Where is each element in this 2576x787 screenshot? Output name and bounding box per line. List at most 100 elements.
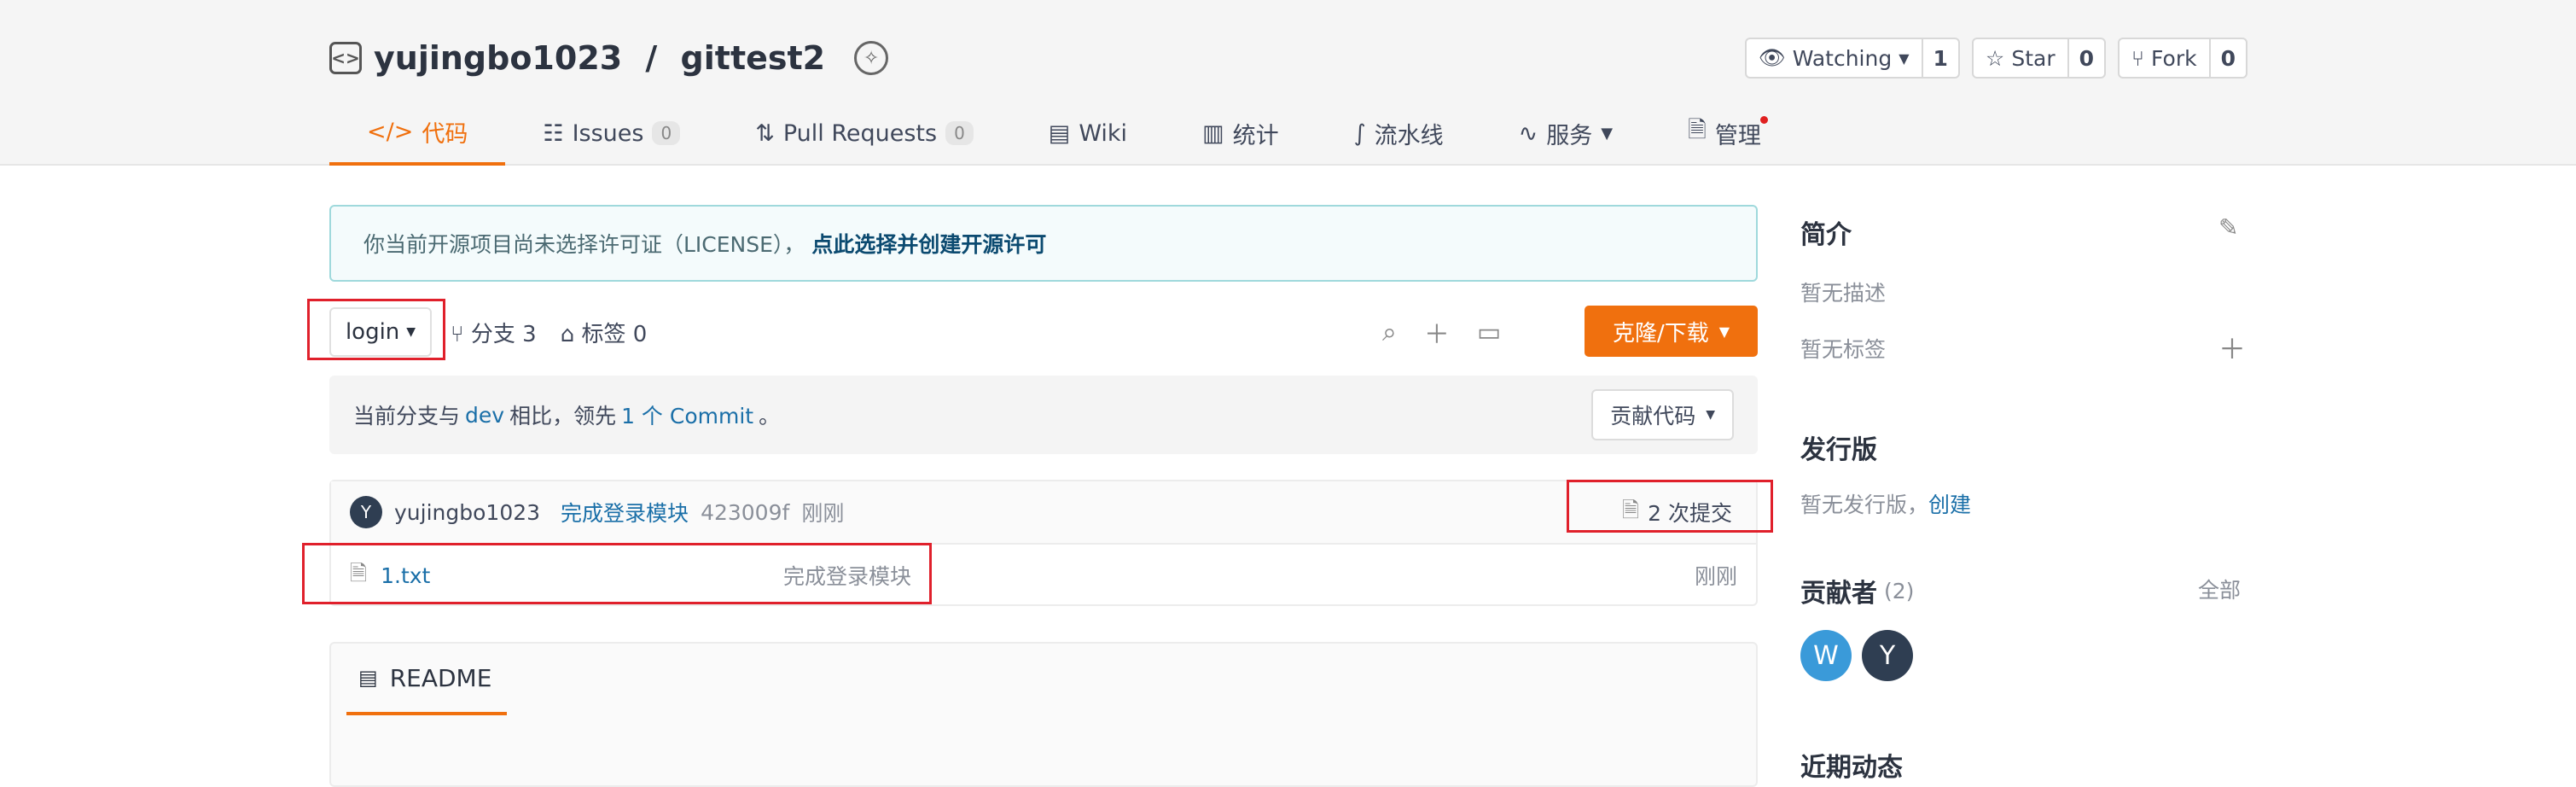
avatar[interactable]: W [1800,630,1852,681]
caret-down-icon: ▼ [1601,124,1614,143]
star-icon: ☆ [1985,45,2005,71]
tab-issues[interactable]: ☷ Issues 0 [505,109,718,166]
commit-message-link[interactable]: 完成登录模块 [561,497,689,528]
avatar[interactable]: Y [350,496,382,528]
branches-link[interactable]: ⑂ 分支 3 [451,317,537,348]
caret-down-icon: ▼ [1718,323,1730,340]
repo-owner-link[interactable]: yujingbo1023 [374,39,622,77]
caret-down-icon: ▼ [1706,408,1715,422]
all-contributors-link[interactable]: 全部 [2198,574,2241,604]
license-notice: 你当前开源项目尚未选择许可证（LICENSE）， 点此选择并创建开源许可 [329,205,1758,282]
ahead-commits-link[interactable]: 1 个 Commit [621,399,753,430]
fork-button[interactable]: ⑂ Fork 0 [2118,38,2247,79]
tab-services-label: 服务 [1546,122,1593,149]
file-tools: ⌕ ＋ ▭ [1382,311,1501,353]
watch-button[interactable]: 👁 Watching ▼ 1 [1744,38,1960,79]
watch-count[interactable]: 1 [1923,39,1958,77]
file-time: 刚刚 [1694,564,1737,589]
tab-pipeline-label: 流水线 [1374,122,1444,149]
tab-pull-requests[interactable]: ⇅ Pull Requests 0 [718,109,1011,166]
no-description-text: 暂无描述 [1800,281,1887,306]
contributors-title: 贡献者 [1800,579,1877,609]
highlight-box-branch [307,299,445,360]
readme-tab[interactable]: ▤ README [346,644,507,715]
watch-label: Watching [1792,45,1893,71]
eye-icon: 👁 [1758,45,1786,70]
pulse-icon: ∿ [1518,120,1538,147]
compare-suffix: 。 [759,404,781,428]
repo-action-buttons: 👁 Watching ▼ 1 ☆ Star 0 ⑂ Fork 0 [1744,38,2247,79]
commit-time: 刚刚 [801,501,845,526]
create-release-link[interactable]: 创建 [1928,493,1971,517]
tab-pr-label: Pull Requests [782,120,938,147]
book-icon: ▤ [1048,120,1071,147]
search-icon[interactable]: ⌕ [1382,318,1397,347]
plus-icon[interactable]: ＋ [1424,313,1450,351]
fork-count[interactable]: 0 [2211,39,2246,77]
bar-chart-icon: ▥ [1202,120,1224,147]
intro-title: 简介 [1800,220,1852,250]
tab-code[interactable]: </> 代码 [329,109,506,166]
tag-icon: ⌂ [560,321,575,347]
fork-label: Fork [2151,45,2197,71]
tab-services[interactable]: ∿ 服务 ▼ [1481,109,1650,166]
branch-icon: ⑂ [451,321,464,347]
pr-count: 0 [945,121,974,145]
tags-count: 标签 0 [581,321,648,347]
commit-author[interactable]: yujingbo1023 [394,500,540,525]
issues-count: 0 [652,121,681,145]
avatar[interactable]: Y [1862,630,1913,681]
notification-dot [1759,116,1768,124]
last-commit-row: Y yujingbo1023 完成登录模块 423009f 刚刚 🗎 2 次提交 [331,481,1756,545]
create-license-link[interactable]: 点此选择并创建开源许可 [811,228,1046,259]
pipeline-icon: ∫ [1353,120,1366,147]
clone-download-button[interactable]: 克隆/下载 ▼ [1585,306,1758,357]
no-release-text: 暂无发行版， [1800,493,1929,517]
contributors-count: (2) [1884,578,1915,603]
commit-hash[interactable]: 423009f [701,500,789,525]
add-tag-icon[interactable]: ＋ [2218,328,2246,367]
edit-icon[interactable]: ✎ [2218,213,2238,242]
code-icon: </> [367,118,414,145]
branch-info: ⑂ 分支 3 ⌂ 标签 0 [451,311,647,353]
readme-panel: ▤ README [329,642,1758,787]
badge-icon[interactable]: ✧ [854,41,889,75]
repo-tabs: </> 代码 ☷ Issues 0 ⇅ Pull Requests 0 ▤ Wiki ▥ 统计… [329,109,1799,166]
branch-compare-bar: 当前分支与 dev 相比，领先 1 个 Commit 。 贡献代码 ▼ [329,376,1758,454]
fork-icon: ⑂ [2131,45,2145,71]
tab-code-label: 代码 [422,120,468,148]
tab-manage[interactable]: 🗎 管理 [1650,109,1799,166]
contributors-header: 贡献者 (2) [1800,572,1914,609]
repo-name-link[interactable]: gittest2 [681,39,826,77]
repo-header: <> yujingbo1023 / gittest2 ✧ 👁 Watching ▼ … [0,0,2576,166]
tab-wiki-label: Wiki [1079,120,1128,147]
highlight-box-file-row [302,543,932,604]
compare-prefix: 当前分支与 [353,404,461,428]
tab-issues-label: Issues [572,120,644,147]
tab-wiki[interactable]: ▤ Wiki [1011,109,1165,166]
code-repo-icon: <> [329,42,362,74]
contribute-label: 贡献代码 [1610,404,1696,428]
repo-separator: / [634,39,669,77]
repo-title: <> yujingbo1023 / gittest2 ✧ [329,32,889,84]
recent-activity-title: 近期动态 [1800,753,1903,783]
star-count[interactable]: 0 [2069,39,2104,77]
tab-pipeline[interactable]: ∫ 流水线 [1317,109,1481,166]
compare-mid: 相比，领先 [509,404,617,428]
base-branch-link[interactable]: dev [465,403,504,428]
contribute-button[interactable]: 贡献代码 ▼ [1591,389,1734,440]
tab-stats[interactable]: ▥ 统计 [1165,109,1317,166]
pull-request-icon: ⇅ [755,120,775,147]
no-tags-text: 暂无标签 [1800,337,1887,362]
release-line: 暂无发行版，创建 [1800,488,1971,519]
monitor-icon[interactable]: ▭ [1477,318,1501,347]
star-button[interactable]: ☆ Star 0 [1971,38,2107,79]
clone-label: 克隆/下载 [1612,320,1709,347]
issues-icon: ☷ [543,120,564,147]
tags-link[interactable]: ⌂ 标签 0 [561,317,648,348]
document-icon: 🗎 [1688,117,1707,143]
release-title: 发行版 [1800,435,1877,465]
caret-down-icon: ▼ [1899,50,1910,67]
contributors-list: W Y [1800,630,1913,681]
branches-count: 分支 3 [470,321,537,347]
